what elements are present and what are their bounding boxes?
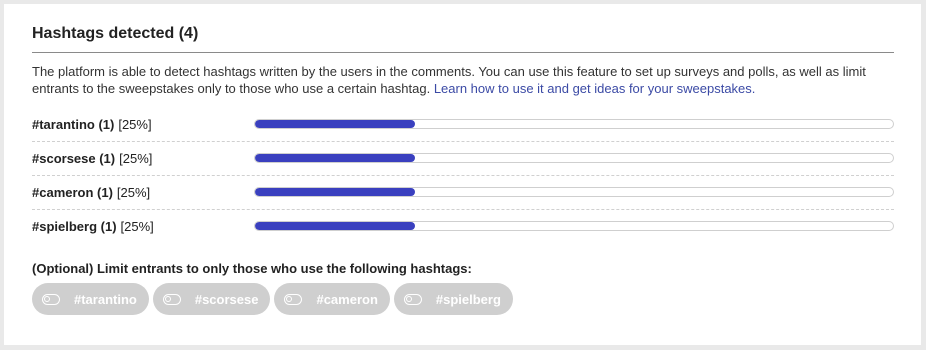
hashtag-label: #tarantino (1) [25%]	[32, 117, 152, 132]
description: The platform is able to detect hashtags …	[32, 64, 894, 97]
filter-label: (Optional) Limit entrants to only those …	[32, 261, 472, 276]
hashtag-percent: [25%]	[118, 117, 152, 132]
progress-fill	[255, 154, 415, 162]
toggle-icon	[403, 293, 422, 305]
hashtag-name: #scorsese (1)	[32, 151, 116, 166]
progress-fill	[255, 120, 415, 128]
hashtag-label: #scorsese (1) [25%]	[32, 151, 152, 166]
chip-cameron[interactable]: #cameron	[274, 283, 390, 315]
hashtag-list: #tarantino (1) [25%] #scorsese (1) [25%] #…	[32, 108, 894, 244]
toggle-icon	[284, 293, 303, 305]
chip-label: #scorsese	[194, 291, 259, 307]
toggle-icon	[162, 293, 181, 305]
chip-label: #spielberg	[435, 291, 501, 307]
hashtag-row: #cameron (1) [25%]	[32, 176, 894, 210]
progress-track	[254, 221, 894, 231]
learn-more-link[interactable]: Learn how to use it and get ideas for yo…	[434, 81, 756, 96]
chip-tarantino[interactable]: #tarantino	[32, 283, 149, 315]
progress-fill	[255, 222, 415, 230]
hashtag-percent: [25%]	[119, 151, 153, 166]
hashtag-label: #spielberg (1) [25%]	[32, 219, 154, 234]
chip-spielberg[interactable]: #spielberg	[393, 283, 513, 315]
title-divider	[32, 52, 894, 53]
hashtag-percent: [25%]	[116, 185, 151, 200]
chip-scorsese[interactable]: #scorsese	[152, 283, 271, 315]
hashtag-filter-chips: #tarantino #scorsese #cameron #spielberg	[32, 283, 513, 315]
hashtag-percent: [25%]	[120, 219, 154, 234]
hashtags-panel: Hashtags detected (4) The platform is ab…	[4, 4, 921, 345]
hashtag-name: #cameron (1)	[32, 185, 113, 200]
progress-fill	[255, 188, 415, 196]
toggle-icon	[42, 293, 60, 305]
chip-label: #cameron	[316, 291, 378, 307]
progress-track	[254, 119, 894, 129]
hashtag-row: #tarantino (1) [25%]	[32, 108, 894, 142]
progress-track	[254, 187, 894, 197]
section-title: Hashtags detected (4)	[32, 25, 199, 42]
chip-label: #tarantino	[74, 291, 137, 307]
hashtag-row: #scorsese (1) [25%]	[32, 142, 894, 176]
hashtag-name: #spielberg (1)	[32, 219, 117, 234]
hashtag-name: #tarantino (1)	[32, 117, 115, 132]
hashtag-label: #cameron (1) [25%]	[32, 185, 150, 200]
progress-track	[254, 153, 894, 163]
hashtag-row: #spielberg (1) [25%]	[32, 210, 894, 244]
